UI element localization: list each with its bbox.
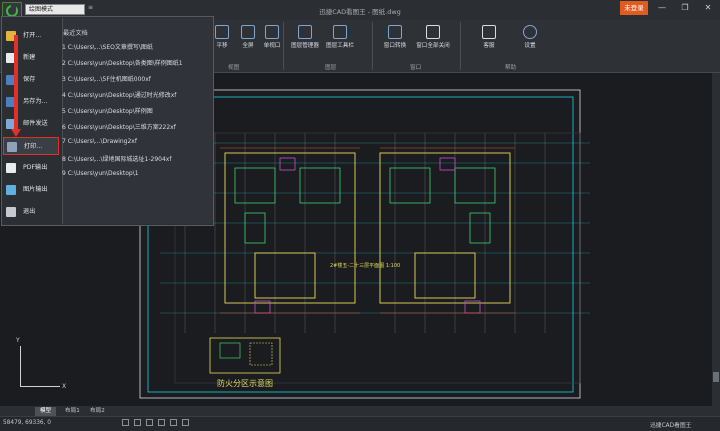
recent-item[interactable]: 6 C:\Users\yun\Desktop\三维方案222xf [62,122,210,131]
pdf-icon [6,163,16,173]
status-bar [0,416,720,431]
drawing-caption-fire-zone: 防火分区示意图 [217,379,273,388]
ribbon-group-view: 视图 [228,65,240,71]
ucs-x-axis [20,386,60,387]
support-icon [482,25,496,39]
polar-toggle-icon[interactable] [158,419,165,426]
menu-item-image-export[interactable]: 图片输出 [3,181,59,199]
close-button[interactable]: ✕ [697,1,719,15]
recent-item[interactable]: 1 C:\Users\...\SEO文章撰写\图纸 [62,42,210,51]
ribbon-divider [460,22,461,70]
ribbon-divider [372,22,373,70]
ribbon-divider [283,22,284,70]
menu-item-exit[interactable]: 退出 [3,203,59,221]
menu-item-print[interactable]: 打印... [3,137,59,155]
settings-icon [523,25,537,39]
single-viewport-icon [265,25,279,39]
window-title: 迅捷CAD看图王 - 图纸.dwg [319,8,401,16]
maximize-button[interactable]: ❐ [674,1,696,15]
layer-manager-button[interactable]: 图层管理器 [288,25,322,49]
print-icon [7,142,17,152]
support-button[interactable]: 客服 [472,25,506,49]
lineweight-toggle-icon[interactable] [182,419,189,426]
pan-icon [215,25,229,39]
vertical-scrollbar[interactable] [712,73,720,406]
window-switch-icon [388,25,402,39]
fullscreen-icon [241,25,255,39]
tab-layout2[interactable]: 布局2 [85,407,110,416]
minimize-button[interactable]: — [651,1,673,15]
ribbon-group-window: 窗口 [410,65,422,71]
drawing-caption-floor-plan: 2#楼五-二十三层平面图 1:100 [330,263,401,269]
osnap-toggle-icon[interactable] [170,419,177,426]
layer-manager-icon [298,25,312,39]
menu-item-save[interactable]: 保存 [3,71,59,89]
ortho-toggle-icon[interactable] [146,419,153,426]
snap-toggle-icon[interactable] [122,419,129,426]
login-button[interactable]: 未登录 [620,1,648,15]
exit-icon [6,207,16,217]
recent-item[interactable]: 5 C:\Users\yun\Desktop\样例图 [62,106,210,115]
ucs-x-label: X [62,383,67,390]
menu-item-new[interactable]: 新建 [3,49,59,67]
scrollbar-thumb[interactable] [713,372,719,382]
tab-model[interactable]: 模型 [35,407,57,416]
ribbon-group-help: 帮助 [505,65,517,71]
close-all-windows-icon [426,25,440,39]
layer-toolbar-button[interactable]: 图层工具栏 [323,25,357,49]
status-brand: 迅捷CAD看图王 [650,423,692,429]
annotation-arrow-shaft [14,35,18,133]
annotation-arrow-head-icon [11,129,21,137]
menu-item-save-as[interactable]: 另存为... [3,93,59,111]
layer-toolbar-icon [333,25,347,39]
window-switch-button[interactable]: 窗口转换 [378,25,412,49]
grid-toggle-icon[interactable] [134,419,141,426]
tab-layout1[interactable]: 布局1 [60,407,85,416]
recent-item[interactable]: 8 C:\Users\...\绿地国际城选址1-2904xf [62,154,210,163]
menu-item-pdf-export[interactable]: PDF输出 [3,159,59,177]
ucs-y-label: Y [16,337,20,344]
menu-item-open[interactable]: 打开... [3,27,59,45]
close-all-windows-button[interactable]: 窗口全部关闭 [412,25,454,49]
image-export-icon [6,185,16,195]
recent-documents-title: 最近文档 [63,30,88,37]
recent-item[interactable]: 7 C:\Users\...\Drawing2xf [62,138,210,145]
recent-item[interactable]: 2 C:\Users\yun\Desktop\各类图\样例图纸1 [62,58,210,67]
cursor-coordinates: 58479, 69336, 0 [3,420,51,426]
settings-button[interactable]: 设置 [513,25,547,49]
ribbon-group-layer: 图层 [325,65,337,71]
recent-item[interactable]: 4 C:\Users\yun\Desktop\通过时光修改xf [62,90,210,99]
recent-item[interactable]: 9 C:\Users\yun\Desktop\1 [62,170,210,177]
recent-item[interactable]: 3 C:\Users\...\5F住机图纸000xf [62,74,210,83]
ucs-y-axis [20,346,21,386]
